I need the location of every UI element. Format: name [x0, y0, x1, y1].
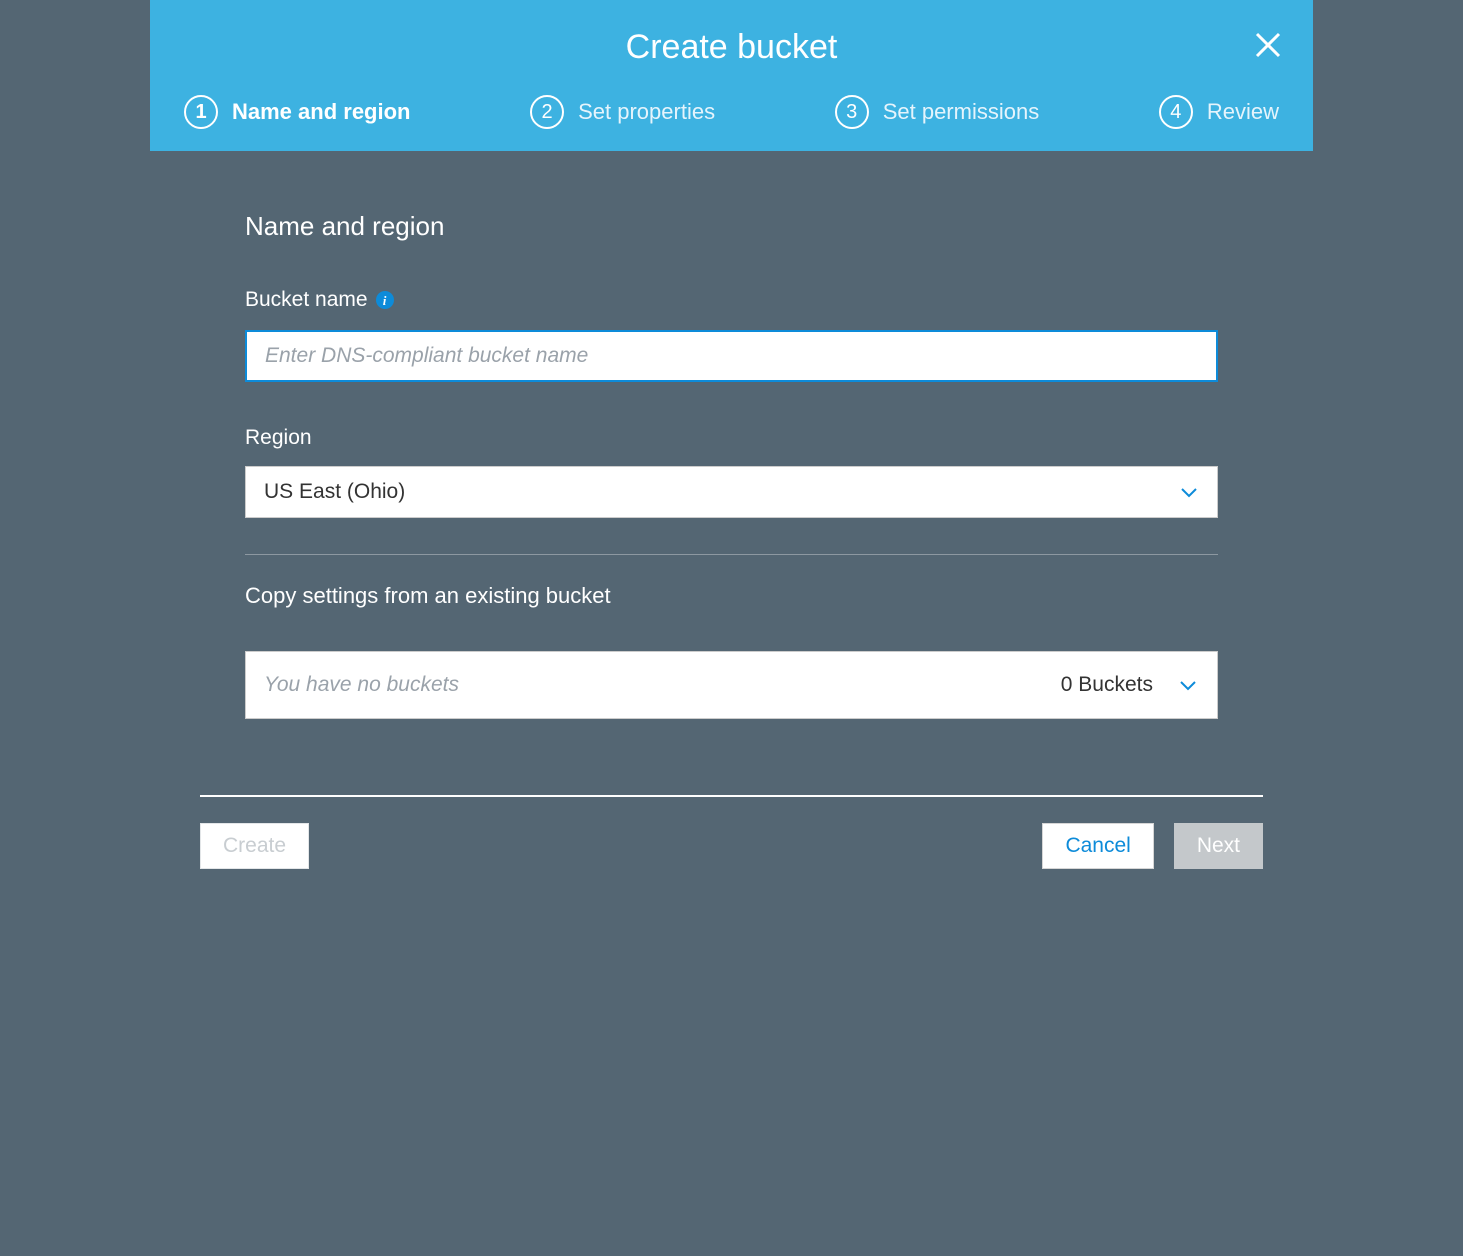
step-review[interactable]: 4 Review	[1159, 95, 1279, 129]
wizard-steps: 1 Name and region 2 Set properties 3 Set…	[150, 95, 1313, 151]
create-bucket-modal: Create bucket 1 Name and region 2 Set pr…	[150, 0, 1313, 913]
copy-settings-select[interactable]: You have no buckets 0 Buckets	[245, 651, 1218, 719]
region-select[interactable]: US East (Ohio)	[245, 466, 1218, 518]
modal-title: Create bucket	[150, 28, 1313, 67]
divider	[245, 554, 1218, 555]
step-label: Set properties	[578, 99, 715, 125]
bucket-name-label-row: Bucket name i	[245, 288, 1218, 312]
step-label: Review	[1207, 99, 1279, 125]
create-button: Create	[200, 823, 309, 869]
step-number: 4	[1159, 95, 1193, 129]
step-set-properties[interactable]: 2 Set properties	[530, 95, 715, 129]
info-icon[interactable]: i	[376, 291, 394, 309]
copy-settings-placeholder: You have no buckets	[264, 673, 459, 697]
bucket-count: 0 Buckets	[1061, 673, 1153, 697]
step-label: Name and region	[232, 99, 410, 125]
next-button: Next	[1174, 823, 1263, 869]
modal-footer: Create Cancel Next	[150, 795, 1313, 913]
step-name-and-region[interactable]: 1 Name and region	[184, 95, 410, 129]
step-set-permissions[interactable]: 3 Set permissions	[835, 95, 1040, 129]
close-icon	[1253, 30, 1283, 60]
modal-body: Name and region Bucket name i Region US …	[150, 151, 1313, 739]
copy-settings-title: Copy settings from an existing bucket	[245, 583, 1218, 609]
footer-divider	[200, 795, 1263, 797]
modal-header: Create bucket 1 Name and region 2 Set pr…	[150, 0, 1313, 151]
close-button[interactable]	[1253, 30, 1283, 60]
section-title: Name and region	[245, 211, 1218, 242]
step-number: 3	[835, 95, 869, 129]
bucket-name-input[interactable]	[245, 330, 1218, 382]
step-label: Set permissions	[883, 99, 1040, 125]
bucket-name-label: Bucket name	[245, 288, 368, 312]
chevron-down-icon	[1179, 673, 1197, 697]
step-number: 1	[184, 95, 218, 129]
cancel-button[interactable]: Cancel	[1042, 823, 1153, 869]
region-label: Region	[245, 426, 1218, 450]
step-number: 2	[530, 95, 564, 129]
region-value: US East (Ohio)	[264, 480, 405, 504]
